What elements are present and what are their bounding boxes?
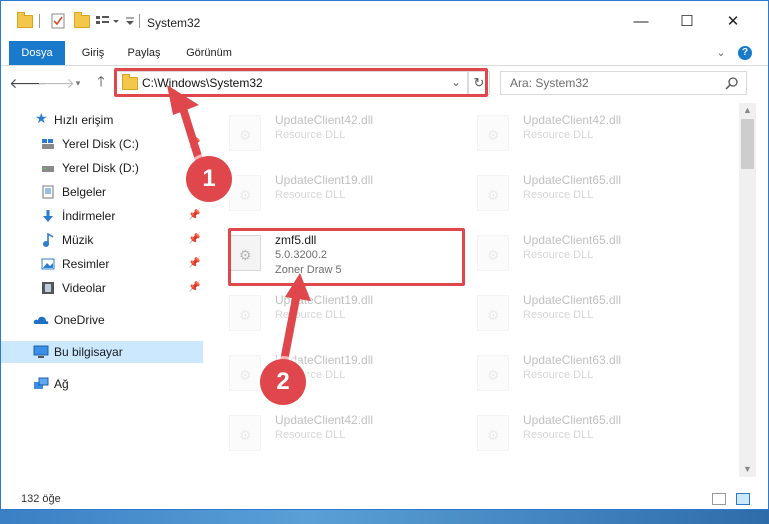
explorer-window: System32 — ☐ ✕ Dosya Giriş Paylaş Görünü… (0, 0, 769, 510)
step-2-badge: 2 (260, 359, 306, 405)
annotation-arrows (167, 85, 311, 365)
step-1-badge: 1 (186, 156, 232, 202)
desktop-background (0, 510, 769, 524)
